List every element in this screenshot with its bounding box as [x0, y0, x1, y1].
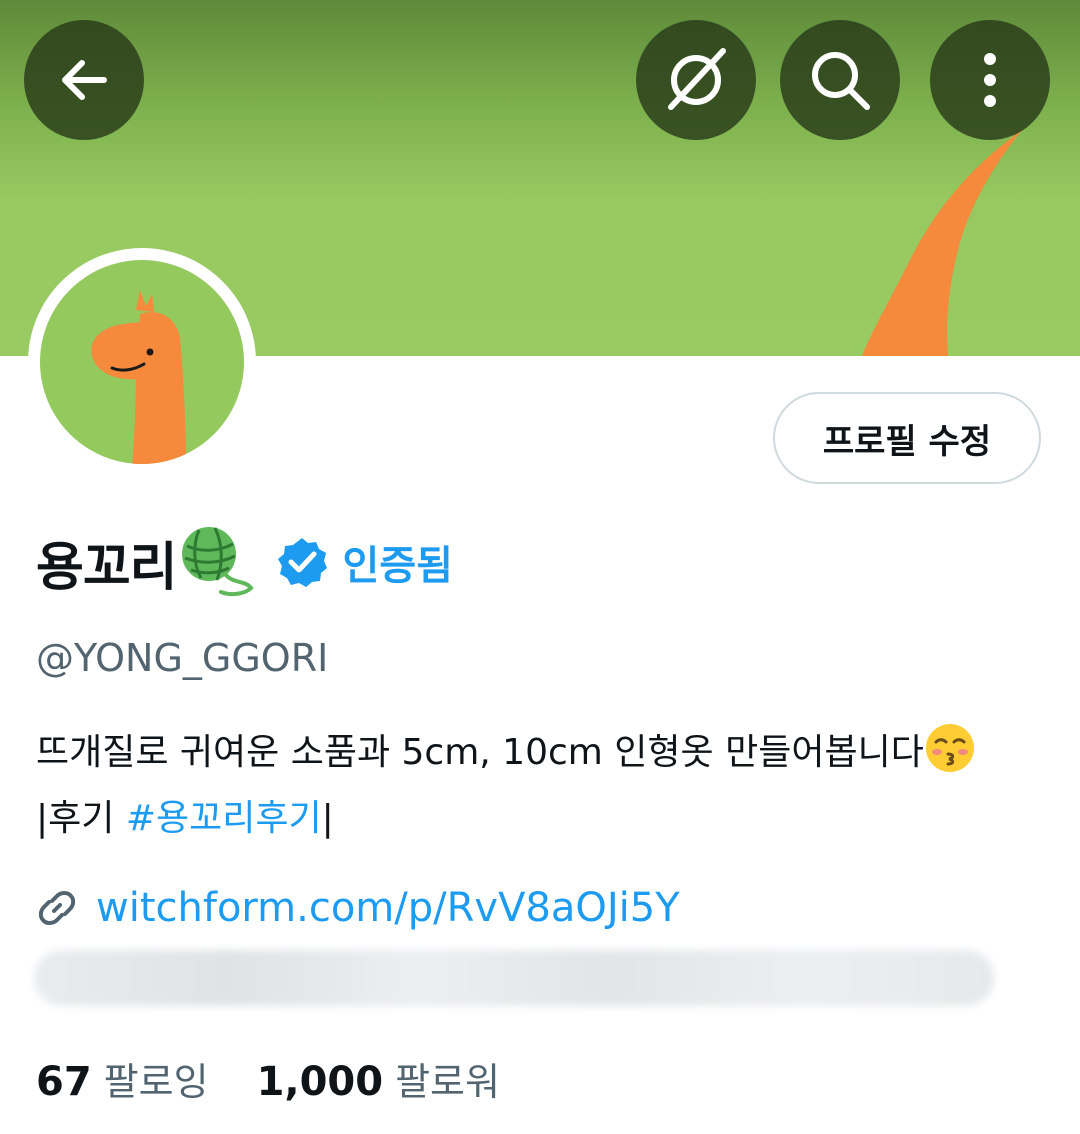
- bio-text-line1: 뜨개질로 귀여운 소품과 5cm, 10cm 인형옷 만들어봅니다: [36, 732, 924, 773]
- followers-count: 1,000: [256, 1058, 384, 1105]
- followers-stat[interactable]: 1,000 팔로워: [257, 1051, 500, 1106]
- user-handle: @YONG_GGORI: [36, 636, 329, 680]
- dragon-avatar-illustration: [91, 290, 186, 464]
- avatar-image: [40, 260, 244, 464]
- profile-link-row[interactable]: witchform.com/p/RvV8aOJi5Y: [36, 880, 680, 936]
- follow-stats: 67 팔로잉 1,000 팔로워: [36, 1048, 500, 1108]
- display-name: 용꼬리: [36, 537, 178, 598]
- verified-label[interactable]: 인증됨: [343, 533, 453, 591]
- link-icon: [38, 891, 76, 925]
- verified-badge-icon[interactable]: [275, 535, 329, 589]
- arrow-left-icon: [62, 60, 107, 100]
- grok-button[interactable]: [636, 20, 756, 140]
- search-icon: [812, 52, 870, 110]
- profile-website-link[interactable]: witchform.com/p/RvV8aOJi5Y: [96, 885, 680, 931]
- yarn-ball-icon: [179, 522, 255, 602]
- more-options-button[interactable]: [930, 20, 1050, 140]
- following-stat[interactable]: 67 팔로잉: [36, 1051, 209, 1106]
- profile-bio: 뜨개질로 귀여운 소품과 5cm, 10cm 인형옷 만들어봅니다 |후기 #용…: [36, 722, 1046, 847]
- name-row: 용꼬리 인증됨: [36, 526, 453, 598]
- following-label: 팔로잉: [103, 1059, 209, 1104]
- more-vertical-icon: [984, 53, 996, 107]
- grok-icon: [668, 48, 726, 110]
- followers-label: 팔로워: [395, 1059, 500, 1104]
- following-count: 67: [36, 1058, 92, 1105]
- edit-profile-button[interactable]: 프로필 수정: [773, 392, 1041, 484]
- profile-avatar[interactable]: [28, 248, 256, 476]
- bio-text-line2: |후기: [36, 798, 126, 839]
- search-button[interactable]: [780, 20, 900, 140]
- bio-text-line2-end: |: [321, 798, 334, 839]
- kissing-face-icon: [924, 722, 976, 791]
- redacted-info-row: [34, 950, 994, 1006]
- back-button[interactable]: [24, 20, 144, 140]
- bio-hashtag-link[interactable]: #용꼬리후기: [126, 798, 322, 839]
